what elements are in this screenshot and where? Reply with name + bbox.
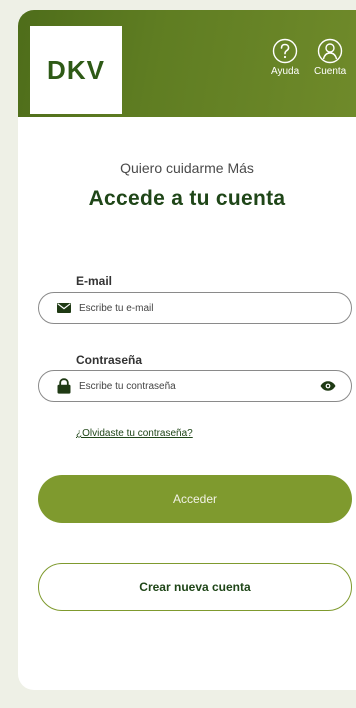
app-header: DKV Ayuda Cuenta	[18, 10, 356, 117]
password-input[interactable]	[79, 380, 317, 392]
password-field[interactable]	[38, 370, 352, 402]
account-label: Cuenta	[314, 66, 347, 77]
lock-icon	[55, 378, 73, 394]
page-title: Accede a tu cuenta	[88, 187, 286, 210]
envelope-icon	[55, 303, 73, 313]
account-button[interactable]: Cuenta	[314, 38, 346, 77]
help-button[interactable]: Ayuda	[271, 38, 299, 77]
help-label: Ayuda	[271, 66, 300, 77]
create-account-button[interactable]: Crear nueva cuenta	[38, 563, 352, 611]
user-circle-icon	[317, 38, 343, 64]
question-circle-icon	[272, 38, 298, 64]
password-label: Contraseña	[76, 353, 143, 367]
email-field[interactable]	[38, 292, 352, 324]
login-subtitle: Quiero cuidarme Más	[120, 160, 254, 176]
logo-text: DKV	[47, 54, 105, 85]
login-screen: DKV Ayuda Cuenta Quiero cuidarme Más Acc…	[18, 10, 356, 690]
eye-icon[interactable]	[317, 381, 339, 391]
login-button[interactable]: Acceder	[38, 475, 352, 523]
email-label: E-mail	[76, 274, 113, 288]
forgot-password-link[interactable]: ¿Olvidaste tu contraseña?	[76, 428, 193, 439]
email-input[interactable]	[79, 302, 351, 314]
dkv-logo: DKV	[30, 26, 122, 114]
